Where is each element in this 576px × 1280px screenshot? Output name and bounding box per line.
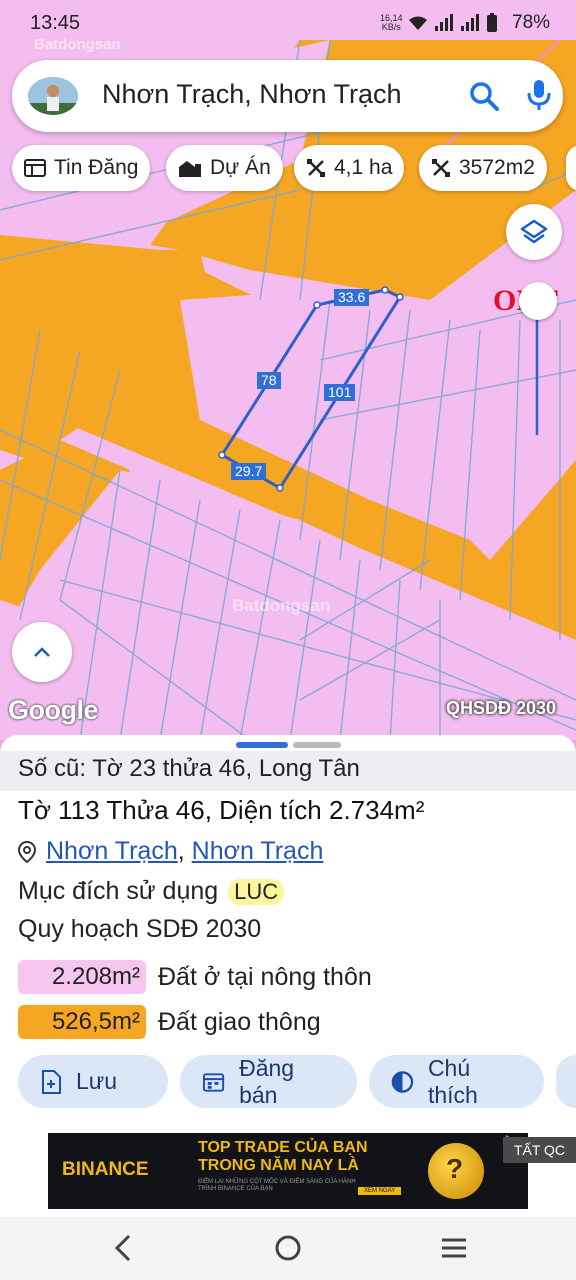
avatar[interactable] bbox=[28, 77, 78, 115]
parcel-title: Tờ 113 Thửa 46, Diện tích 2.734m² bbox=[18, 795, 425, 825]
map-view[interactable]: ONT 33.6 78 101 29.7 Batdongsan Batdongs… bbox=[0, 0, 576, 740]
status-time: 13:45 bbox=[30, 12, 81, 34]
zone-area: 526,5m² bbox=[18, 1005, 146, 1039]
avatar-image bbox=[28, 77, 78, 115]
watermark-center: Batdongsan bbox=[232, 596, 331, 615]
signal-icon bbox=[435, 14, 453, 31]
chip-listings[interactable]: Tin Đăng bbox=[12, 145, 151, 191]
battery-icon bbox=[487, 13, 497, 32]
parcel-location: Nhơn Trạch, Nhơn Trạch bbox=[18, 837, 323, 866]
location-link-commune[interactable]: Nhơn Trạch bbox=[192, 837, 324, 865]
chip-more[interactable] bbox=[566, 145, 576, 191]
ad-coin-glyph: ? bbox=[446, 1153, 464, 1184]
save-icon bbox=[42, 1069, 61, 1094]
chip-label: Tin Đăng bbox=[54, 156, 139, 179]
chip-label: Dự Án bbox=[210, 156, 271, 179]
ad-headline-1: TOP TRADE CỦA BẠN bbox=[198, 1139, 368, 1156]
location-marker[interactable] bbox=[519, 282, 557, 320]
location-link-district[interactable]: Nhơn Trạch bbox=[46, 837, 178, 865]
post-for-sale-label: Đăng bán bbox=[239, 1054, 295, 1108]
chip-projects[interactable]: Dự Án bbox=[166, 145, 283, 191]
microphone-icon[interactable] bbox=[526, 78, 552, 112]
location-pin-icon bbox=[18, 840, 36, 863]
purpose-code-badge: LUC bbox=[228, 878, 285, 905]
battery-percent: 78% bbox=[512, 12, 551, 33]
ad-coin-image: ? bbox=[428, 1143, 484, 1199]
chip-label: 3572m2 bbox=[459, 156, 535, 179]
measure-icon bbox=[307, 159, 325, 177]
back-icon[interactable] bbox=[112, 1231, 134, 1265]
zone-row-transport: 526,5m² Đất giao thông bbox=[18, 1005, 321, 1039]
net-speed: 16,14 KB/s bbox=[380, 14, 403, 32]
purpose-label: Mục đích sử dụng bbox=[18, 877, 219, 905]
location-separator: , bbox=[177, 837, 185, 865]
home-icon[interactable] bbox=[274, 1231, 302, 1265]
wifi-icon bbox=[409, 16, 427, 30]
ad-brand: BINANCE bbox=[62, 1159, 149, 1180]
calendar-icon bbox=[202, 1072, 225, 1092]
close-ad-button[interactable]: TẤT QC bbox=[503, 1137, 576, 1163]
save-label: Lưu bbox=[76, 1068, 117, 1094]
layers-icon bbox=[520, 219, 548, 244]
signal-icon bbox=[461, 14, 479, 31]
chevron-up-icon bbox=[34, 647, 50, 657]
expand-up-button[interactable] bbox=[12, 622, 72, 682]
measure-icon bbox=[432, 159, 450, 177]
save-button[interactable]: Lưu bbox=[18, 1055, 168, 1108]
status-icons bbox=[408, 13, 498, 33]
contrast-icon bbox=[391, 1070, 414, 1093]
ad-banner[interactable]: BINANCE TOP TRADE CỦA BẠN TRONG NĂM NAY … bbox=[48, 1133, 528, 1209]
zone-area: 2.208m² bbox=[18, 960, 146, 994]
zone-name: Đất giao thông bbox=[158, 1007, 321, 1036]
zone-row-residential: 2.208m² Đất ở tại nông thôn bbox=[18, 960, 372, 994]
net-speed-unit: KB/s bbox=[381, 22, 401, 32]
recents-icon[interactable] bbox=[440, 1231, 468, 1265]
edge-label-right: 101 bbox=[324, 384, 356, 401]
edge-label-left: 78 bbox=[257, 372, 281, 389]
legend-button[interactable]: Chú thích bbox=[369, 1055, 544, 1108]
sheet-handle[interactable] bbox=[236, 742, 288, 748]
edge-label-top: 33.6 bbox=[334, 289, 370, 306]
buildings-icon bbox=[179, 161, 201, 177]
system-nav-bar bbox=[0, 1217, 576, 1280]
layers-button[interactable] bbox=[506, 204, 562, 260]
search-icon[interactable] bbox=[468, 80, 500, 112]
chip-area-ha[interactable]: 4,1 ha bbox=[294, 145, 405, 191]
status-bar: 13:45 16,14 KB/s 78% bbox=[0, 0, 576, 48]
search-query[interactable]: Nhơn Trạch, Nhơn Trạch bbox=[102, 79, 402, 110]
plan-label: Quy hoạch SDĐ 2030 bbox=[18, 915, 262, 943]
post-for-sale-button[interactable]: Đăng bán bbox=[180, 1055, 357, 1108]
chip-area-m2[interactable]: 3572m2 bbox=[419, 145, 547, 191]
google-logo: Google bbox=[8, 695, 99, 725]
ad-headline-2: TRONG NĂM NAY LÀ bbox=[198, 1157, 359, 1174]
legend-label: Chú thích bbox=[427, 1054, 478, 1108]
old-reference: Số cũ: Tờ 23 thửa 46, Long Tân bbox=[18, 755, 360, 782]
parcel-info-sheet[interactable]: Số cũ: Tờ 23 thửa 46, Long Tân Tờ 113 Th… bbox=[0, 735, 576, 1217]
old-reference-bar: Số cũ: Tờ 23 thửa 46, Long Tân bbox=[0, 751, 576, 791]
overlay-label: QHSDĐ 2030 bbox=[446, 698, 557, 718]
listing-icon bbox=[24, 159, 46, 177]
ad-fine-print: ĐIỂM LẠI NHỮNG CỘT MỐC VÀ ĐIỂM SÁNG CỦA … bbox=[198, 1179, 356, 1192]
zone-name: Đất ở tại nông thôn bbox=[158, 962, 372, 991]
chip-label: 4,1 ha bbox=[334, 156, 393, 179]
edge-label-bottom: 29.7 bbox=[231, 463, 267, 480]
search-bar[interactable]: Nhơn Trạch, Nhơn Trạch bbox=[12, 60, 563, 132]
sheet-handle-secondary[interactable] bbox=[293, 742, 341, 748]
more-action-button[interactable] bbox=[556, 1055, 576, 1108]
ad-cta[interactable]: XEM NGAY bbox=[358, 1187, 402, 1195]
land-use-purpose: Mục đích sử dụng LUC bbox=[18, 877, 285, 906]
